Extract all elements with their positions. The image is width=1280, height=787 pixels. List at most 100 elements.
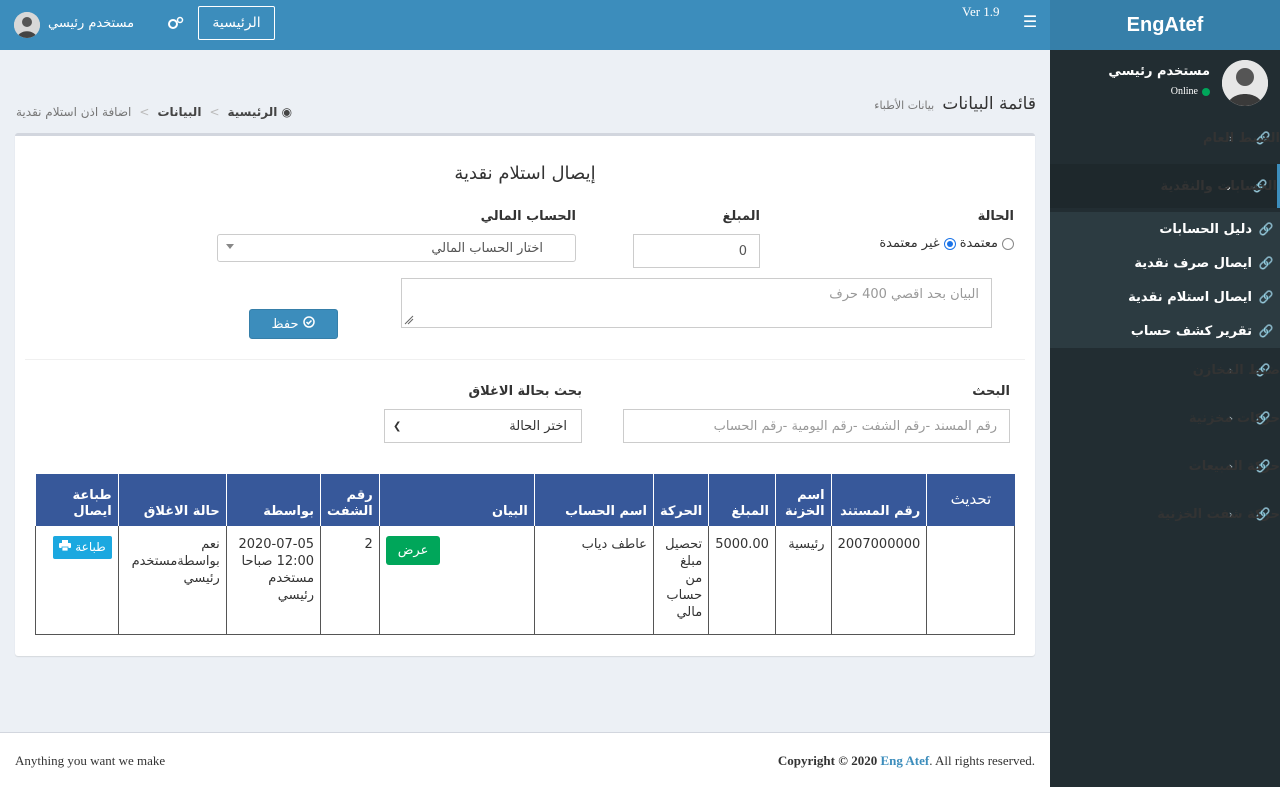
refresh-cell (926, 526, 1015, 635)
print-button[interactable]: طباعة (53, 536, 112, 559)
view-button[interactable]: عرض (385, 536, 441, 565)
shift-header: رقم الشفت (320, 474, 380, 526)
sidebar-item-warehouse-settings[interactable]: 🔗 ضبط المخازن ‹ (1050, 348, 1280, 392)
closing-status-select[interactable]: اختر الحالة ❯ (384, 409, 582, 443)
top-navbar (0, 0, 1050, 50)
closing-search-label: بحث بحالة الاغلاق (468, 384, 582, 399)
user-avatar[interactable] (14, 12, 40, 38)
page-title-sub: بيانات الأطباء (874, 99, 935, 112)
footer-copyright: Copyright © 2020 Eng Atef. All rights re… (778, 753, 1035, 769)
link-icon: 🔗 (1258, 290, 1274, 304)
sidebar-subitem-account-statement[interactable]: 🔗 تقرير كشف حساب (1050, 314, 1280, 348)
receipts-table: تحديث رقم المستند اسم الخزنة المبلغ الحر… (35, 474, 1015, 635)
amount-label: المبلغ (722, 209, 760, 224)
account-label: الحساب المالي (480, 209, 576, 224)
footer: Anything you want we make Copyright © 20… (0, 732, 1050, 787)
status-unapproved-label: غير معتمدة (879, 236, 940, 251)
check-circle-icon (303, 316, 316, 332)
amount-header: المبلغ (708, 474, 776, 526)
account-header: اسم الحساب (533, 474, 654, 526)
statement-header: البيان (378, 474, 535, 526)
search-placeholder: رقم المسند -رقم الشفت -رقم اليومية -رقم … (713, 418, 997, 434)
app-logo[interactable]: EngAtef (1050, 0, 1280, 50)
sidebar-submenu: 🔗 دليل الحسابات 🔗 ايصال صرف نقدية 🔗 ايصا… (1050, 212, 1280, 348)
breadcrumb-separator: > (209, 105, 220, 119)
sidebar: مستخدم رئيسي Online 🔗 الضبط العام ‹ 🔗 ال… (1050, 50, 1280, 787)
statement-cell: عرض (378, 526, 535, 635)
shift-cell: 2 (320, 526, 380, 635)
home-button[interactable]: الرئيسية (198, 6, 275, 40)
online-status: Online (1171, 86, 1210, 97)
sidebar-username: مستخدم رئيسي (1108, 64, 1210, 79)
save-button-label: حفظ (271, 316, 299, 332)
sidebar-item-accounts-cash[interactable]: 🔗 الحسابات والنقدية ⌄ (1050, 164, 1280, 208)
gears-icon[interactable] (168, 16, 186, 32)
version-label: Ver 1.9 (962, 4, 1000, 19)
status-approved-radio[interactable] (1002, 237, 1014, 250)
doc-no-cell: 2007000000 (830, 526, 928, 635)
save-button[interactable]: حفظ (249, 309, 338, 339)
form-title: إيصال استلام نقدية (454, 163, 596, 184)
link-icon: 🔗 (1258, 256, 1274, 270)
account-select-value: اختار الحساب المالي (431, 240, 543, 256)
account-select[interactable]: اختار الحساب المالي (217, 234, 576, 262)
by-cell: 2020-07-05 12:00 صباحا مستخدم رئيسي (225, 526, 322, 635)
link-icon: 🔗 (1258, 324, 1274, 338)
chevron-down-icon: ❯ (393, 421, 402, 432)
page-title: قائمة البيانات بيانات الأطباء (874, 94, 1036, 114)
amount-input[interactable]: 0 (633, 234, 760, 268)
status-approved-label: معتمدة (959, 236, 998, 251)
by-header: بواسطة (225, 474, 321, 526)
online-dot-icon (1202, 87, 1210, 96)
footer-tagline: Anything you want we make (15, 753, 166, 768)
breadcrumb-current: اضافة اذن استلام نقدية (16, 105, 132, 119)
print-button-label: طباعة (75, 540, 106, 554)
link-icon: 🔗 (1258, 222, 1274, 236)
print-cell: طباعة (35, 526, 119, 635)
caret-down-icon (226, 244, 234, 249)
breadcrumb-separator: > (139, 105, 150, 119)
copyright-prefix: Copyright © 2020 (777, 753, 878, 768)
breadcrumb: ◉ الرئيسية > البيانات > اضافة اذن استلام… (16, 105, 292, 119)
sidebar-item-sales-movement[interactable]: 🔗 حركة المبيعات ‹ (1050, 444, 1280, 488)
status-unapproved-radio[interactable] (943, 237, 956, 250)
account-cell: عاطف دياب (533, 526, 654, 635)
closing-header: حالة الاغلاق (117, 474, 227, 526)
printer-icon (59, 539, 72, 556)
movement-header: الحركة (652, 474, 709, 526)
user-menu-name[interactable]: مستخدم رئيسي (48, 16, 134, 31)
notes-placeholder: البيان بحد اقصي 400 حرف (829, 287, 979, 302)
notes-textarea[interactable]: البيان بحد اقصي 400 حرف (401, 278, 992, 328)
amount-cell: 5000.00 (708, 526, 776, 635)
sidebar-item-stock-movements[interactable]: 🔗 حركات مخزنية ‹ (1050, 396, 1280, 440)
status-radio-group: معتمدة غير معتمدة (879, 236, 1014, 251)
sidebar-item-general-settings[interactable]: 🔗 الضبط العام ‹ (1050, 116, 1280, 160)
menu-toggle-icon[interactable]: ☰ (1022, 12, 1038, 32)
refresh-header[interactable]: تحديث (926, 474, 1015, 526)
sidebar-item-treasury-shift[interactable]: 🔗 حركة شفت الخزنية ‹ (1050, 492, 1280, 536)
search-input[interactable]: رقم المسند -رقم الشفت -رقم اليومية -رقم … (623, 409, 1010, 443)
closing-status-value: اختر الحالة (509, 418, 567, 434)
doc-no-header: رقم المستند (830, 474, 927, 526)
sidebar-subitem-cash-payment[interactable]: 🔗 ايصال صرف نقدية (1050, 246, 1280, 280)
dashboard-icon: ◉ (281, 105, 293, 119)
breadcrumb-data[interactable]: البيانات (157, 105, 201, 119)
sidebar-avatar (1222, 60, 1268, 106)
treasury-cell: رئيسية (774, 526, 832, 635)
sidebar-subitem-cash-receipt[interactable]: 🔗 ايصال استلام نقدية (1050, 280, 1280, 314)
page-title-main: قائمة البيانات (942, 94, 1036, 114)
table-header-row: تحديث رقم المستند اسم الخزنة المبلغ الحر… (35, 474, 1015, 526)
print-header: طباعة ايصال (35, 474, 119, 526)
resize-handle-icon[interactable] (404, 315, 414, 325)
search-label: البحث (972, 384, 1010, 399)
closing-cell: نعم بواسطةمستخدم رئيسي (117, 526, 227, 635)
footer-brand-link[interactable]: Eng Atef (880, 753, 929, 768)
online-status-label: Online (1170, 86, 1198, 97)
status-label: الحالة (977, 209, 1014, 224)
table-row: 2007000000 رئيسية 5000.00 تحصيل مبلغ من … (35, 526, 1015, 635)
breadcrumb-home[interactable]: ◉ الرئيسية (228, 105, 293, 119)
sidebar-user-panel: مستخدم رئيسي Online (1050, 60, 1272, 120)
treasury-header: اسم الخزنة (774, 474, 832, 526)
copyright-suffix: . All rights reserved. (929, 753, 1035, 768)
sidebar-subitem-chart-of-accounts[interactable]: 🔗 دليل الحسابات (1050, 212, 1280, 246)
